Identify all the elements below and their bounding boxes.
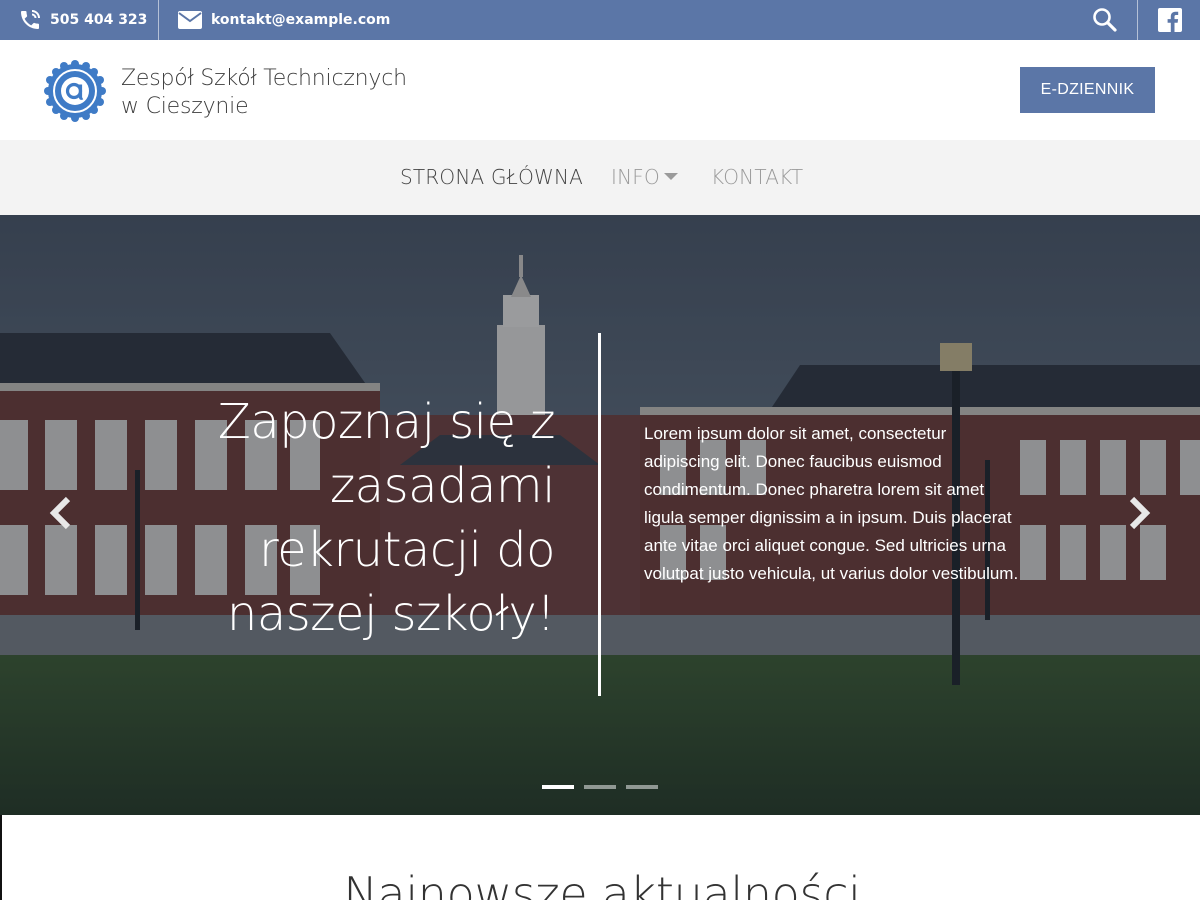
divider — [158, 0, 159, 40]
phone-number: 505 404 323 — [50, 12, 148, 28]
caret-down-icon — [663, 172, 678, 180]
email-contact[interactable]: kontakt@example.com — [177, 0, 390, 40]
nav-item-home[interactable]: STRONA GŁÓWNA — [400, 165, 583, 189]
chevron-right-icon — [1128, 496, 1152, 534]
nav-item-info-label: INFO — [611, 165, 660, 189]
carousel-indicator-2[interactable] — [584, 785, 616, 789]
facebook-icon — [1158, 8, 1182, 32]
school-logo[interactable] — [44, 60, 106, 122]
hero-title-line: Zapoznaj się z — [217, 394, 556, 450]
carousel-next-button[interactable] — [1125, 496, 1155, 534]
top-bar: 505 404 323 kontakt@example.com — [0, 0, 1200, 40]
nav-item-info[interactable]: INFO — [611, 165, 678, 189]
school-name-line1: Zespół Szkół Technicznych — [121, 66, 407, 91]
e-dziennik-button[interactable]: E-DZIENNIK — [1020, 67, 1155, 113]
chevron-left-icon — [48, 496, 72, 534]
facebook-link[interactable] — [1148, 0, 1192, 40]
search-button[interactable] — [1082, 0, 1128, 40]
school-name-line2: w Cieszynie — [121, 94, 249, 119]
school-name[interactable]: Zespół Szkół Technicznych w Cieszynie — [121, 65, 407, 121]
section-title: Najnowsze aktualności — [343, 867, 861, 900]
site-header: Zespół Szkół Technicznych w Cieszynie E-… — [0, 40, 1200, 140]
carousel-indicators — [542, 785, 658, 789]
hero-title-line: zasadami — [329, 458, 556, 514]
hero-title-line: rekrutacji do — [258, 522, 556, 578]
mail-icon — [177, 10, 203, 30]
search-icon — [1092, 7, 1118, 33]
nav-item-contact[interactable]: KONTAKT — [711, 165, 803, 189]
hero-divider — [598, 333, 601, 696]
carousel-indicator-3[interactable] — [626, 785, 658, 789]
main-navigation: STRONA GŁÓWNA INFO KONTAKT — [0, 140, 1200, 215]
hero-title-line: naszej szkoły! — [226, 586, 556, 642]
news-section: Najnowsze aktualności — [0, 815, 1200, 900]
divider — [1137, 0, 1138, 40]
hero-carousel: Zapoznaj się z zasadami rekrutacji do na… — [0, 215, 1200, 815]
email-address: kontakt@example.com — [211, 12, 391, 28]
hero-title: Zapoznaj się z zasadami rekrutacji do na… — [135, 390, 556, 646]
phone-icon — [18, 8, 42, 32]
carousel-indicator-1[interactable] — [542, 785, 574, 789]
phone-contact[interactable]: 505 404 323 — [18, 0, 147, 40]
hero-description: Lorem ipsum dolor sit amet, consectetur … — [644, 424, 1019, 583]
carousel-prev-button[interactable] — [45, 496, 75, 534]
